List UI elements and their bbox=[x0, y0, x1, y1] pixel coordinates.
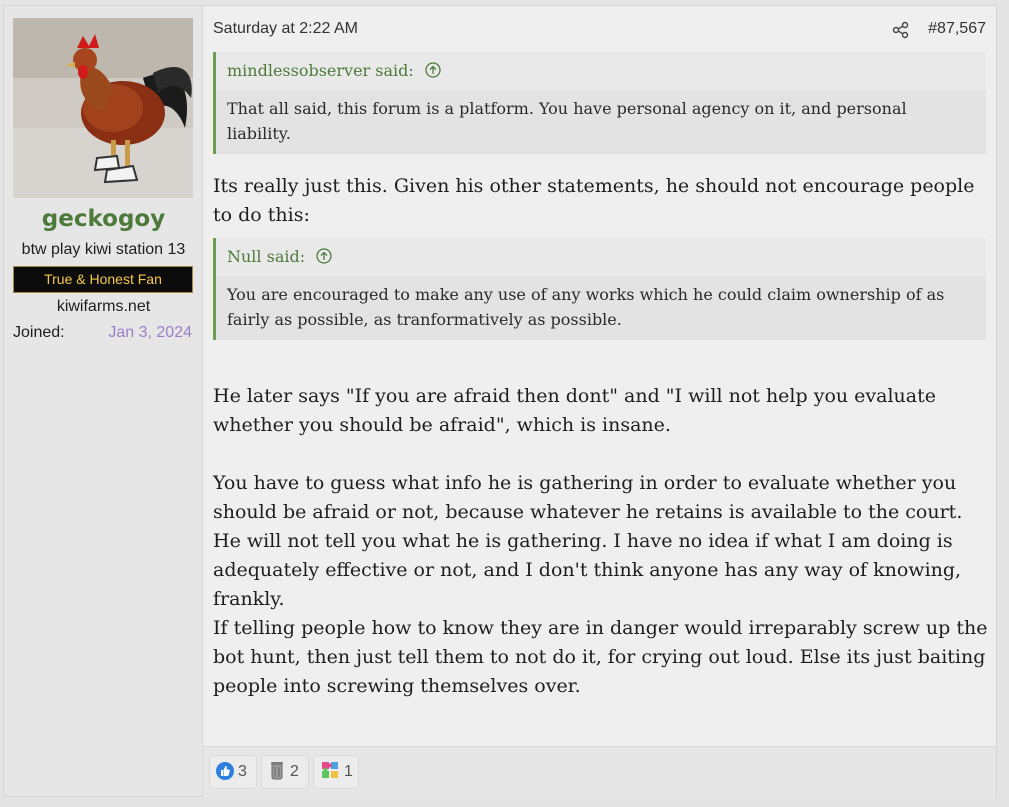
forum-post: geckogoy btw play kiwi station 13 True &… bbox=[3, 5, 997, 798]
post-content: Saturday at 2:22 AM #87,567 mindlessobse… bbox=[203, 6, 996, 746]
quote-block: Null said: You are encouraged to make an… bbox=[213, 238, 986, 340]
quote-author-label[interactable]: mindlessobserver said: bbox=[227, 61, 414, 80]
thumbs-up-icon bbox=[216, 762, 234, 780]
share-icon[interactable] bbox=[892, 21, 910, 39]
rooster-avatar-image bbox=[13, 18, 193, 198]
user-sidebar: geckogoy btw play kiwi station 13 True &… bbox=[4, 6, 203, 796]
post-paragraph: Its really just this. Given his other st… bbox=[213, 175, 975, 226]
post-paragraph: If telling people how to know they are i… bbox=[213, 617, 988, 697]
post-date[interactable]: Saturday at 2:22 AM bbox=[213, 20, 358, 38]
reaction-count: 2 bbox=[290, 763, 299, 780]
quote-text: That all said, this forum is a platform.… bbox=[216, 90, 986, 154]
quote-author[interactable]: Null said: bbox=[216, 238, 986, 276]
reaction-trash[interactable]: 2 bbox=[261, 755, 309, 789]
user-title: btw play kiwi station 13 bbox=[21, 241, 186, 258]
quote-author[interactable]: mindlessobserver said: bbox=[216, 52, 986, 90]
quote-block: mindlessobserver said: That all said, th… bbox=[213, 52, 986, 154]
arrow-up-circle-icon[interactable] bbox=[425, 62, 441, 78]
post-paragraph: You have to guess what info he is gather… bbox=[213, 472, 963, 610]
joined-date: Jan 3, 2024 bbox=[108, 324, 192, 341]
joined-label: Joined: bbox=[13, 324, 65, 341]
arrow-up-circle-icon[interactable] bbox=[316, 248, 332, 264]
user-banner: True & Honest Fan bbox=[13, 266, 193, 293]
quote-text: You are encouraged to make any use of an… bbox=[216, 276, 986, 340]
reaction-puzzle[interactable]: 1 bbox=[313, 755, 359, 789]
post-number[interactable]: #87,567 bbox=[928, 20, 986, 38]
reaction-like[interactable]: 3 bbox=[209, 755, 257, 789]
avatar[interactable] bbox=[13, 18, 193, 198]
reaction-count: 1 bbox=[344, 763, 353, 780]
puzzle-icon bbox=[322, 762, 338, 778]
reaction-bar: 3 2 1 bbox=[203, 746, 996, 798]
post-paragraph: He later says "If you are afraid then do… bbox=[213, 385, 936, 436]
username[interactable]: geckogoy bbox=[4, 206, 203, 232]
user-site: kiwifarms.net bbox=[56, 298, 151, 315]
reaction-count: 3 bbox=[238, 763, 247, 780]
quote-author-label[interactable]: Null said: bbox=[227, 247, 305, 266]
trash-can-icon bbox=[271, 762, 283, 780]
